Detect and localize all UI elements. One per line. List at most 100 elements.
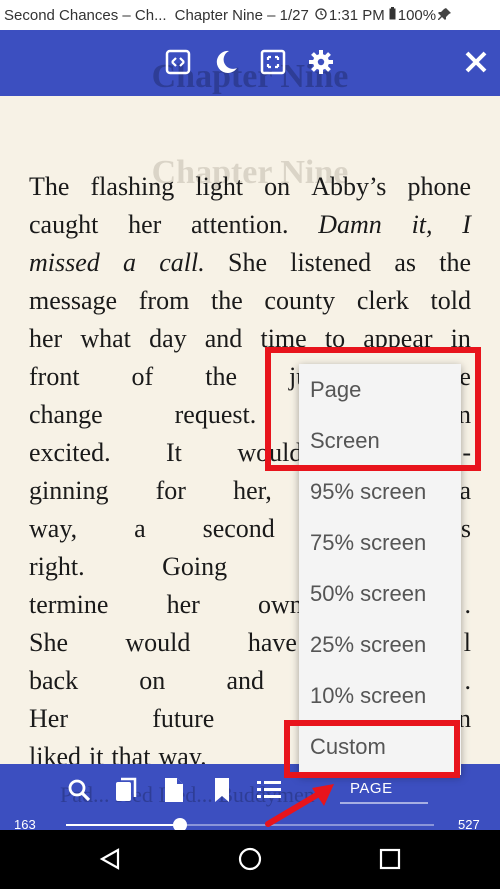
- text-word: a: [134, 514, 146, 543]
- text-word: clerk: [356, 286, 409, 315]
- text-word: missed: [29, 248, 100, 277]
- text-word: the: [210, 286, 243, 315]
- text-word: her: [29, 324, 63, 353]
- text-word: .: [464, 590, 472, 619]
- text-word: Going: [162, 552, 228, 581]
- text-word: the: [439, 248, 471, 277]
- text-word: Her: [29, 704, 68, 733]
- app-title: Second Chances – Ch...: [4, 6, 167, 24]
- close-icon[interactable]: [462, 48, 490, 76]
- search-icon[interactable]: [66, 776, 92, 804]
- text-word: attention.: [191, 210, 289, 239]
- battery-icon: [389, 6, 396, 24]
- text-word: listened: [290, 248, 372, 277]
- annotation-arrow-icon: [265, 784, 334, 827]
- text-word: and: [226, 666, 265, 695]
- text-word: The: [29, 172, 70, 201]
- alarm-icon: [315, 7, 327, 24]
- page-progress-slider[interactable]: [66, 818, 434, 832]
- pin-icon: [438, 7, 452, 24]
- text-word: future: [152, 704, 215, 733]
- menu-item-50-screen[interactable]: 50% screen: [299, 568, 461, 619]
- text-word: what: [80, 324, 131, 353]
- text-line: message from the county clerk told: [29, 282, 471, 320]
- text-word: right.: [29, 552, 85, 581]
- status-bar: Second Chances – Ch... Chapter Nine – 1/…: [0, 0, 500, 30]
- menu-item-10-screen[interactable]: 10% screen: [299, 670, 461, 721]
- text-word: request.: [174, 400, 257, 429]
- text-word: it,: [411, 210, 433, 239]
- highlight-box-custom: [284, 720, 460, 778]
- text-word: as: [394, 248, 416, 277]
- text-word: Abby’s: [311, 172, 387, 201]
- text-word: that: [111, 742, 151, 764]
- text-word: from: [138, 286, 190, 315]
- night-mode-icon[interactable]: [212, 48, 240, 76]
- text-line: The flashing light on Abby’s phone: [29, 168, 471, 206]
- text-word: l: [463, 628, 471, 657]
- top-toolbar: Chapter Nine: [0, 30, 500, 96]
- text-word: excited.: [29, 438, 111, 467]
- fullscreen-icon[interactable]: [164, 48, 192, 76]
- text-word: ginning: [29, 476, 109, 505]
- text-word: She: [227, 248, 267, 277]
- battery-percent: 100%: [397, 6, 437, 24]
- text-word: it: [89, 742, 104, 764]
- text-word: day: [149, 324, 187, 353]
- text-word: flashing: [90, 172, 175, 201]
- menu-item-95-screen[interactable]: 95% screen: [299, 466, 461, 517]
- text-word: would: [125, 628, 191, 657]
- text-word: a: [123, 248, 137, 277]
- text-word: call.: [159, 248, 205, 277]
- clock-time: 1:31 PM: [328, 6, 385, 24]
- text-word: light: [195, 172, 244, 201]
- text-word: told: [430, 286, 471, 315]
- text-word: back: [29, 666, 79, 695]
- chapter-heading-overlay: Chapter Nine: [151, 58, 349, 95]
- menu-item-75-screen[interactable]: 75% screen: [299, 517, 461, 568]
- text-word: the: [205, 362, 237, 391]
- text-word: of: [131, 362, 154, 391]
- page-mode-button[interactable]: PAGE: [350, 780, 393, 797]
- text-word: her: [128, 210, 162, 239]
- text-word: caught: [29, 210, 99, 239]
- slider-fill: [66, 824, 181, 826]
- system-navigation-bar: [0, 830, 500, 889]
- text-word: It: [166, 438, 182, 467]
- text-word: own: [257, 590, 303, 619]
- text-word: phone: [407, 172, 471, 201]
- text-word: Damn: [318, 210, 382, 239]
- text-word: change: [29, 400, 103, 429]
- text-word: way,: [29, 514, 78, 543]
- text-word: second: [202, 514, 275, 543]
- text-word: a: [459, 476, 471, 505]
- menu-item-25-screen[interactable]: 25% screen: [299, 619, 461, 670]
- text-word: way.: [158, 742, 207, 764]
- text-line: caught her attention. Damn it, I: [29, 206, 471, 244]
- text-word: have: [247, 628, 297, 657]
- copy-icon[interactable]: [113, 776, 139, 804]
- text-word: her: [166, 590, 200, 619]
- bookmark-icon[interactable]: [209, 776, 235, 804]
- text-word: and: [204, 324, 243, 353]
- text-line: missed a call. She listened as the: [29, 244, 471, 282]
- text-word: I: [462, 210, 471, 239]
- text-word: on: [139, 666, 166, 695]
- settings-icon[interactable]: [307, 48, 335, 76]
- home-nav-icon[interactable]: [235, 844, 265, 874]
- text-word: .: [464, 666, 471, 695]
- text-word: her,: [233, 476, 272, 505]
- recents-nav-icon[interactable]: [375, 844, 405, 874]
- page-mode-underline: [340, 802, 428, 804]
- text-word: on: [264, 172, 291, 201]
- text-word: for: [155, 476, 186, 505]
- highlight-box-page-screen: [265, 347, 481, 471]
- text-word: county: [264, 286, 336, 315]
- chapter-info: Chapter Nine – 1/27: [174, 6, 309, 24]
- fit-screen-icon[interactable]: [259, 48, 287, 76]
- text-word: s: [460, 514, 471, 543]
- back-nav-icon[interactable]: [95, 844, 125, 874]
- text-word: liked: [29, 742, 81, 764]
- text-word: termine: [29, 590, 109, 619]
- page-icon[interactable]: [161, 776, 187, 804]
